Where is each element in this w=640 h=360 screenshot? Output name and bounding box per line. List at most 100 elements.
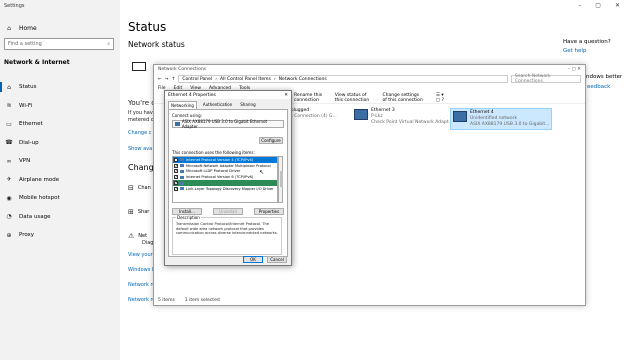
component-label: Internet Protocol Version 4 (TCP/IPv4) [186,157,254,162]
dialog-footer: OK Cancel [243,256,287,263]
component-icon [180,187,184,191]
proxy-icon: ⊕ [6,231,12,239]
adapter-item-selected[interactable]: Ethernet 4 Unidentified network ASIX AX8… [450,108,553,130]
sidebar-item-wi-fi[interactable]: ≋ Wi-Fi [0,97,120,116]
component-item[interactable]: ✓ Link-Layer Topology Discovery Mapper I/… [173,186,277,192]
show-networks-link[interactable]: Show ava [128,146,152,152]
troubleshooter-option[interactable]: ⚠ Net [128,232,147,240]
wifi-icon: ≋ [6,102,12,110]
change-settings-button[interactable]: Change settings of this connection [382,93,423,103]
items-scrollbar[interactable] [278,156,283,203]
configure-button[interactable]: Configure [259,137,283,144]
component-icon [180,158,184,162]
component-icon [180,181,184,185]
item-count: 5 items [158,298,175,303]
networking-panel: Connect using: ASIX AX88179 USB 3.0 to G… [168,109,288,257]
ok-button[interactable]: OK [243,256,263,263]
sidebar-item-dial-up[interactable]: ☎ Dial-up [0,134,120,153]
network-reset-link[interactable]: Network re [128,282,156,288]
nc-search-input[interactable]: Search Network Connections [511,74,581,84]
warning-icon: ⚠ [128,232,135,240]
component-label: Link-Layer Topology Discovery Mapper I/O… [186,186,274,191]
nav-list: ⌂ Status ≋ Wi-Fi ▭ Ethernet ☎ Dial-up ∞ VPN ✈ Airpl… [0,78,120,245]
tab-networking[interactable]: Networking [168,101,197,109]
firewall-link[interactable]: Windows I [128,267,153,273]
breadcrumb-item[interactable]: All Control Panel Items [220,77,271,82]
settings-sidebar: Settings ⌂ Home Find a setting ⌕ Network… [0,0,120,360]
option-label: Shar [137,209,150,215]
section-heading: Network & Internet [4,59,70,66]
search-input[interactable]: Find a setting ⌕ [4,38,114,50]
view-options-icon[interactable]: ☰ ▾ ▢ ? [436,93,445,103]
sidebar-item-label: Dial-up [19,139,39,146]
change-connection-link[interactable]: Change c [128,130,151,136]
nc-address-bar: ← → ↑ Control Panel › All Control Panel I… [154,74,585,84]
close-icon[interactable]: ✕ [284,93,288,98]
sidebar-item-label: Mobile hotspot [19,195,60,202]
component-label: Microsoft LLDP Protocol Driver [186,169,241,174]
search-placeholder: Find a setting [8,41,42,47]
checkbox[interactable]: ✓ [174,169,178,174]
window-controls[interactable]: –▢✕ [578,2,634,9]
sidebar-item-mobile-hotspot[interactable]: ◉ Mobile hotspot [0,189,120,208]
nc-statusbar: 5 items 1 item selected [158,298,220,303]
back-icon[interactable]: ← [158,77,162,82]
checkbox[interactable]: ✓ [174,175,178,180]
checkbox[interactable]: ✓ [174,181,178,186]
checkbox[interactable]: ✓ [174,163,178,168]
description-title: Description [176,215,201,220]
feedback-link[interactable]: eedback [587,84,610,90]
tab-authentication[interactable]: Authentication [201,101,234,109]
app-title: Settings [4,3,25,9]
view-status-button[interactable]: View status of this connection [335,93,371,103]
adapter-item[interactable]: Ethernet 3 P-Lkz Check Point Virtual Net… [354,108,453,126]
install-button[interactable]: Install... [172,208,202,215]
view-properties-link[interactable]: View your [128,252,153,258]
properties-button[interactable]: Properties [254,208,284,215]
up-icon[interactable]: ↑ [172,77,176,82]
description-text: Transmission Control Protocol/Internet P… [176,222,278,236]
component-label: Internet Protocol Version 6 (TCP/IPv6) [186,175,254,180]
get-help-link[interactable]: Get help [563,48,586,54]
home-icon: ⌂ [7,24,11,32]
change-adapter-option[interactable]: ⊟ Chan [128,184,151,192]
dialup-icon: ☎ [5,139,13,147]
uninstall-button[interactable]: Uninstall [213,208,243,215]
rename-button[interactable]: Rename this connection [294,93,323,103]
sidebar-item-data-usage[interactable]: ◔ Data usage [0,208,120,227]
component-icon [180,175,184,179]
question-heading: Have a question? [563,39,611,45]
mouse-cursor-icon: ↖ [259,169,265,176]
feedback-heading: ndows better [586,74,623,80]
metered-text-2: metered c [128,117,154,123]
cancel-button[interactable]: Cancel [267,256,287,263]
sidebar-item-proxy[interactable]: ⊕ Proxy [0,226,120,245]
sidebar-item-vpn[interactable]: ∞ VPN [0,152,120,171]
sidebar-item-label: Data usage [19,213,51,220]
option-label: Chan [137,185,151,191]
nc-window-controls[interactable]: – ▢ ✕ [568,67,581,72]
network-adapter-icon [453,111,467,122]
home-label: Home [19,24,37,32]
adapter-desc: ASIX AX88179 USB 3.0 to Gigabit... [470,122,550,127]
checkbox[interactable]: ✓ [174,157,178,162]
home-link[interactable]: ⌂ Home [4,22,114,34]
data-usage-icon: ◔ [6,213,12,221]
sidebar-item-airplane-mode[interactable]: ✈ Airplane mode [0,171,120,190]
hotspot-icon: ◉ [6,194,12,202]
network-reset-link-2[interactable]: Network re [128,297,156,303]
forward-icon[interactable]: → [165,77,169,82]
sharing-option[interactable]: ⊞ Shar [128,208,149,216]
tab-sharing[interactable]: Sharing [238,101,257,109]
option-label: Net [138,233,148,239]
sidebar-item-status[interactable]: ⌂ Status [0,78,120,97]
breadcrumb-item[interactable]: Control Panel [182,77,212,82]
scroll-thumb[interactable] [279,171,283,187]
airplane-icon: ✈ [6,176,12,184]
checkbox[interactable]: ✓ [174,186,178,191]
breadcrumb-item[interactable]: Network Connections [279,77,327,82]
screen: Settings ⌂ Home Find a setting ⌕ Network… [0,0,640,360]
adapter-name: ASIX AX88179 USB 3.0 to Gigabit Ethernet… [181,119,268,129]
sidebar-item-ethernet[interactable]: ▭ Ethernet [0,115,120,134]
breadcrumb[interactable]: Control Panel › All Control Panel Items › … [178,75,508,83]
